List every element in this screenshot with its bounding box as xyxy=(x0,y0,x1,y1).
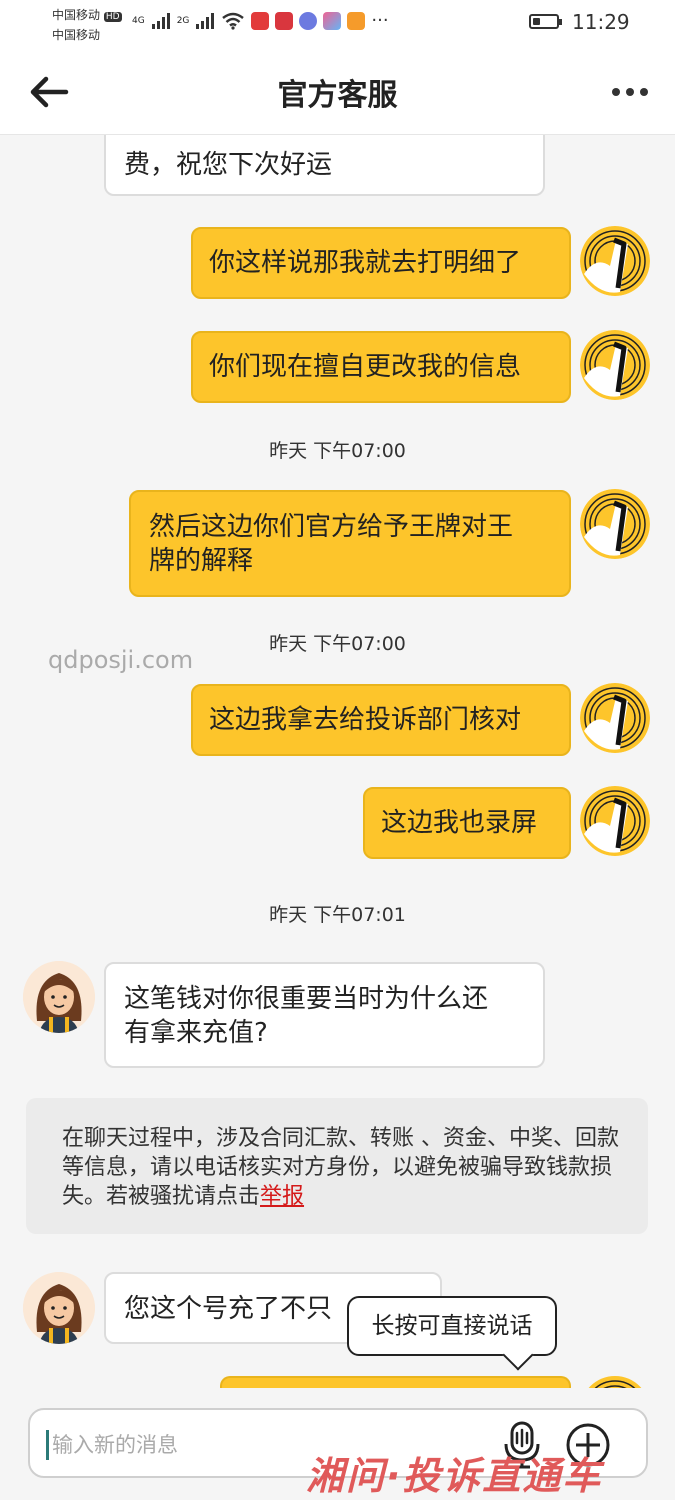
message-text: 费，祝您下次好运 xyxy=(124,150,333,180)
message-text: 这笔钱对你很重要当时为什么还 有拿来充值? xyxy=(124,984,489,1048)
more-options-button[interactable] xyxy=(612,88,656,100)
network-4g-label: 4G xyxy=(132,15,145,26)
signal-icon xyxy=(151,12,170,29)
my-avatar[interactable] xyxy=(580,489,650,559)
report-link[interactable]: 举报 xyxy=(260,1184,304,1209)
status-icons: 4G 2G ··· xyxy=(132,10,389,31)
chat-bubble-sent[interactable]: 这边我拿去给投诉部门核对 xyxy=(191,684,571,756)
message-text: 您这个号充了不只 xyxy=(124,1294,333,1324)
reader-icon xyxy=(275,11,294,30)
brand-watermark: 湘问·投诉直通车 xyxy=(306,1445,602,1500)
wifi-icon xyxy=(222,12,245,30)
woman-avatar-icon xyxy=(23,961,95,1033)
message-text: 你们现在擅自更改我的信息 xyxy=(209,352,522,382)
agent-avatar[interactable] xyxy=(23,961,95,1033)
notice-text: 在聊天过程中，涉及合同汇款、转账 、资金、中奖、回款等信息，请以电话核实对方身份… xyxy=(62,1126,619,1209)
chat-bubble-sent[interactable]: 你们现在擅自更改我的信息 xyxy=(191,331,571,403)
app-store-icon xyxy=(323,11,342,30)
video-icon xyxy=(347,11,366,30)
site-watermark: qdposji.com xyxy=(48,646,194,674)
message-text: 然后这边你们官方给予王牌对王 牌的解释 xyxy=(149,512,514,576)
my-avatar[interactable] xyxy=(580,226,650,296)
music-note-avatar-icon xyxy=(580,683,650,753)
message-text: 你这样说那我就去打明细了 xyxy=(209,248,522,278)
network-2g-label: 2G xyxy=(176,15,190,26)
chat-bubble-received[interactable]: 这笔钱对你很重要当时为什么还 有拿来充值? xyxy=(104,962,545,1068)
more-dots-icon xyxy=(612,88,620,96)
more-dots-icon-dot xyxy=(640,88,648,96)
status-time: 11:29 xyxy=(572,10,630,34)
my-avatar[interactable] xyxy=(580,330,650,400)
hd-badge: HD xyxy=(103,12,122,22)
my-avatar[interactable] xyxy=(580,786,650,856)
music-note-avatar-icon xyxy=(580,786,650,856)
tooltip-text: 长按可直接说话 xyxy=(371,1313,533,1339)
timestamp: 昨天 下午07:00 xyxy=(269,440,406,462)
brand-watermark-text: 湘问·投诉直通车 xyxy=(306,1454,603,1498)
status-bar: 中国移动 HD 中国移动 4G 2G ··· 11:29 xyxy=(0,0,675,48)
more-dots-icon-dot xyxy=(626,88,634,96)
huawei-mall-icon xyxy=(251,11,270,30)
agent-avatar[interactable] xyxy=(23,1272,95,1344)
music-note-avatar-icon xyxy=(580,489,650,559)
music-note-avatar-icon xyxy=(580,330,650,400)
page-title: 官方客服 xyxy=(277,78,398,113)
my-avatar[interactable] xyxy=(580,683,650,753)
battery-icon xyxy=(529,14,562,29)
timestamp: 昨天 下午07:01 xyxy=(269,904,406,926)
carrier-secondary: 中国移动 xyxy=(52,28,101,42)
message-text: 这边我也录屏 xyxy=(381,808,538,838)
message-text: 这边我拿去给投诉部门核对 xyxy=(209,705,522,735)
chat-bubble-sent[interactable]: 这边我也录屏 xyxy=(363,787,571,859)
chat-bubble-sent[interactable]: 然后这边你们官方给予王牌对王 牌的解释 xyxy=(129,490,571,597)
carrier-primary: 中国移动 HD xyxy=(52,8,122,22)
header-mask: 官方客服 xyxy=(0,48,675,135)
music-note-avatar-icon xyxy=(580,226,650,296)
more-notifications-icon: ··· xyxy=(371,10,389,31)
tooltip-tail xyxy=(502,1339,534,1371)
woman-avatar-icon xyxy=(23,1272,95,1344)
safety-notice: 在聊天过程中，涉及合同汇款、转账 、资金、中奖、回款等信息，请以电话核实对方身份… xyxy=(26,1098,648,1234)
music-icon xyxy=(299,11,318,30)
text-cursor xyxy=(46,1430,49,1460)
voice-hint-tooltip: 长按可直接说话 xyxy=(347,1296,557,1371)
chat-bubble-sent[interactable]: 你这样说那我就去打明细了 xyxy=(191,227,571,299)
signal-icon xyxy=(196,12,215,29)
